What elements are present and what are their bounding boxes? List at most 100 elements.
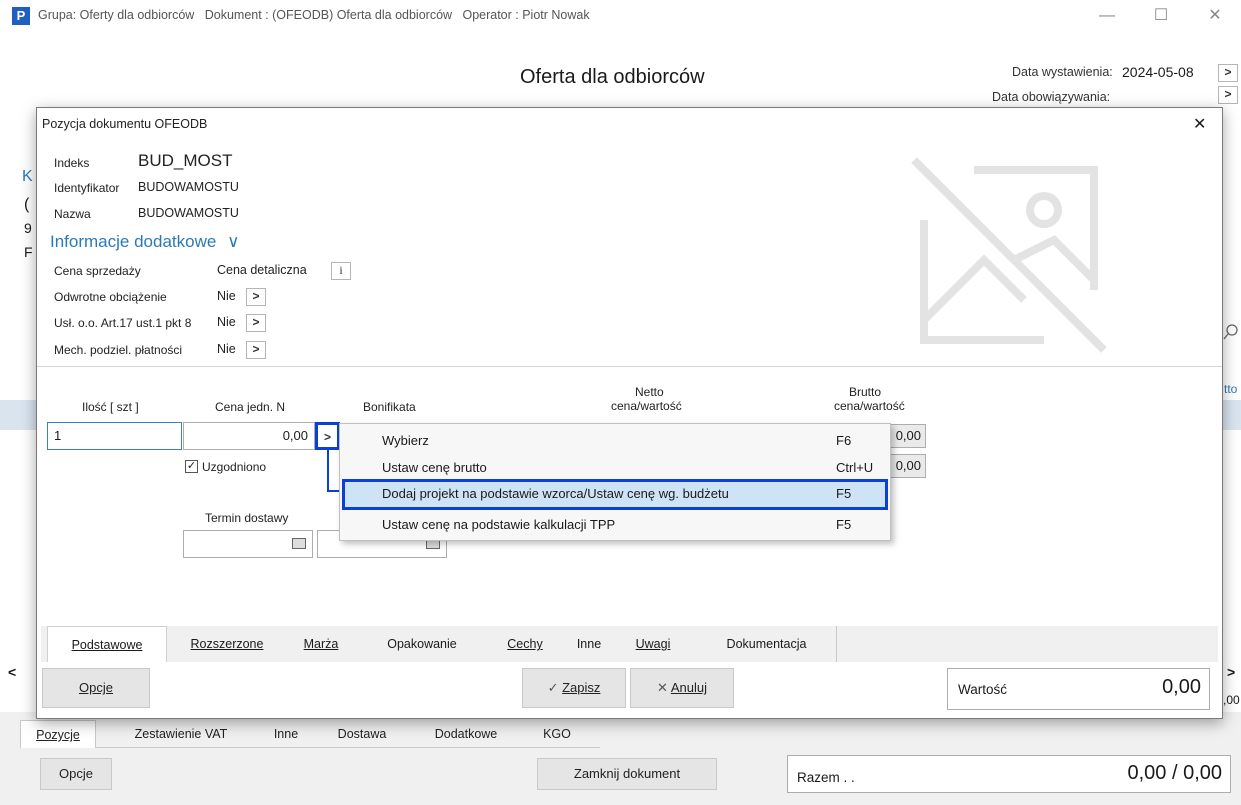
cena-sprzedazy-value: Cena detaliczna: [217, 263, 307, 277]
ilosc-input[interactable]: 1: [47, 422, 182, 450]
valid-date-label: Data obowiązywania:: [992, 90, 1111, 104]
col-cena: Cena jedn. N: [215, 400, 286, 414]
window-title: Grupa: Oferty dla odbiorców Dokument : (…: [38, 8, 590, 22]
document-title: Oferta dla odbiorców: [520, 66, 705, 88]
app-logo-icon: P: [12, 7, 30, 25]
close-document-button[interactable]: Zamknij dokument: [537, 758, 717, 790]
menu-item-ustaw-cene-brutto[interactable]: Ustaw cenę brutto Ctrl+U: [340, 454, 890, 482]
issue-date-value[interactable]: 2024-05-08: [1122, 64, 1194, 80]
tab-pozycje[interactable]: Pozycje: [20, 720, 96, 748]
wartosc-field: Wartość 0,00: [947, 668, 1210, 710]
calendar-icon[interactable]: [292, 538, 306, 549]
minimize-button[interactable]: —: [1087, 4, 1127, 28]
mech-arrow-button[interactable]: >: [246, 341, 266, 359]
info-icon[interactable]: i: [331, 262, 351, 280]
connector-line-vertical: [327, 449, 329, 491]
zapisz-button[interactable]: ✓ Zapisz: [522, 668, 626, 708]
tab-dodatkowe[interactable]: Dodatkowe: [420, 720, 512, 748]
maximize-button[interactable]: ☐: [1141, 4, 1181, 28]
col-netto-1: Netto: [635, 385, 664, 399]
issue-date-arrow-button[interactable]: >: [1218, 64, 1238, 82]
dialog-opcje-button[interactable]: Opcje: [42, 668, 150, 708]
valid-date-arrow-button[interactable]: >: [1218, 86, 1238, 104]
razem-field: Razem . . 0,00 / 0,00: [787, 755, 1231, 793]
bg-value-fragment: ,00: [1223, 693, 1240, 707]
col-brutto-2: cena/wartość: [834, 399, 905, 413]
razem-value: 0,00 / 0,00: [1127, 762, 1222, 784]
uzgodniono-checkbox[interactable]: ✓: [185, 460, 198, 473]
bg-letter-4: F: [24, 244, 33, 260]
info-dodatkowe-label: Informacje dodatkowe: [50, 232, 217, 251]
bottom-bar: Pozycje Zestawienie VAT Inne Dostawa Dod…: [0, 712, 1241, 805]
menu-item-dodaj-projekt[interactable]: Dodaj projekt na podstawie wzorca/Ustaw …: [342, 479, 888, 510]
tab-cechy[interactable]: Cechy: [492, 626, 558, 662]
menu-item-shortcut: F6: [836, 433, 852, 448]
tab-dostawa[interactable]: Dostawa: [326, 720, 398, 748]
chevron-down-icon: ∨: [227, 232, 240, 251]
menu-item-label: Ustaw cenę na podstawie kalkulacji TPP: [382, 517, 616, 532]
termin-date-input[interactable]: [183, 530, 313, 558]
indeks-value: BUD_MOST: [138, 151, 233, 170]
razem-label: Razem . .: [797, 770, 855, 785]
termin-label: Termin dostawy: [205, 511, 289, 525]
scroll-left-icon[interactable]: <: [8, 664, 16, 680]
menu-item-shortcut: F5: [836, 517, 852, 532]
position-dialog: Pozycja dokumentu OFEODB ✕ Indeks BUD_MO…: [36, 107, 1223, 719]
col-ilosc: Ilość [ szt ]: [82, 400, 139, 414]
search-icon[interactable]: [1220, 322, 1240, 342]
menu-item-kalkulacja-tpp[interactable]: Ustaw cenę na podstawie kalkulacji TPP F…: [340, 511, 890, 539]
ilosc-value: 1: [54, 428, 62, 443]
brutto-wartosc-field: 0,00: [890, 454, 926, 478]
wartosc-value: 0,00: [1162, 676, 1201, 698]
identyfikator-label: Identyfikator: [54, 181, 120, 195]
context-menu: Wybierz F6 Ustaw cenę brutto Ctrl+U Doda…: [339, 423, 891, 541]
cena-sprzedazy-label: Cena sprzedaży: [54, 264, 141, 278]
scroll-right-icon[interactable]: >: [1227, 664, 1235, 680]
cena-input[interactable]: 0,00: [183, 422, 315, 450]
bg-letter-2: (: [24, 196, 30, 213]
tab-podstawowe[interactable]: Podstawowe: [47, 626, 167, 662]
bg-letter-3: 9: [24, 220, 32, 236]
tab-opakowanie[interactable]: Opakowanie: [367, 626, 477, 662]
info-dodatkowe-link[interactable]: Informacje dodatkowe ∨: [50, 232, 240, 252]
menu-item-label: Dodaj projekt na podstawie wzorca/Ustaw …: [382, 486, 729, 501]
anuluj-button[interactable]: ✕ Anuluj: [630, 668, 734, 708]
usl-value: Nie: [217, 315, 236, 329]
identyfikator-value: BUDOWAMOSTU: [138, 180, 239, 194]
usl-label: Usł. o.o. Art.17 ust.1 pkt 8: [54, 316, 192, 330]
dialog-title: Pozycja dokumentu OFEODB: [42, 117, 208, 131]
tab-inne[interactable]: Inne: [260, 720, 312, 748]
tab-kgo[interactable]: KGO: [532, 720, 582, 748]
section-divider: [37, 366, 1222, 367]
image-placeholder-icon: [904, 150, 1114, 360]
tab-dokumentacja[interactable]: Dokumentacja: [697, 626, 837, 662]
main-opcje-button[interactable]: Opcje: [40, 758, 112, 790]
mech-value: Nie: [217, 342, 236, 356]
close-window-button[interactable]: ✕: [1195, 4, 1235, 28]
odwrotne-label: Odwrotne obciążenie: [54, 290, 167, 304]
brutto-cena-value: 0,00: [895, 428, 921, 443]
usl-arrow-button[interactable]: >: [246, 314, 266, 332]
menu-item-wybierz[interactable]: Wybierz F6: [340, 427, 890, 455]
anuluj-label: Anuluj: [670, 680, 707, 695]
col-bonifikata: Bonifikata: [363, 400, 416, 414]
tab-marza[interactable]: Marża: [293, 626, 349, 662]
odwrotne-arrow-button[interactable]: >: [246, 288, 266, 306]
odwrotne-value: Nie: [217, 289, 236, 303]
uzgodniono-label: Uzgodniono: [202, 460, 267, 474]
menu-item-label: Wybierz: [382, 433, 429, 448]
title-bar: P Grupa: Oferty dla odbiorców Dokument :…: [0, 0, 1241, 32]
tab-rozszerzone[interactable]: Rozszerzone: [177, 626, 277, 662]
close-icon: ✕: [657, 680, 668, 695]
nazwa-value: BUDOWAMOSTU: [138, 206, 239, 220]
brutto-wartosc-value: 0,00: [895, 458, 921, 473]
main-window: P Grupa: Oferty dla odbiorców Dokument :…: [0, 0, 1241, 805]
tab-inne-dialog[interactable]: Inne: [567, 626, 611, 662]
price-menu-button[interactable]: >: [315, 422, 340, 450]
tab-zestawienie-vat[interactable]: Zestawienie VAT: [116, 720, 246, 748]
mech-label: Mech. podziel. płatności: [54, 343, 183, 357]
col-netto-2: cena/wartość: [611, 399, 682, 413]
issue-date-label: Data wystawienia:: [1012, 65, 1113, 79]
tab-uwagi[interactable]: Uwagi: [623, 626, 683, 662]
dialog-close-button[interactable]: ✕: [1193, 114, 1206, 134]
